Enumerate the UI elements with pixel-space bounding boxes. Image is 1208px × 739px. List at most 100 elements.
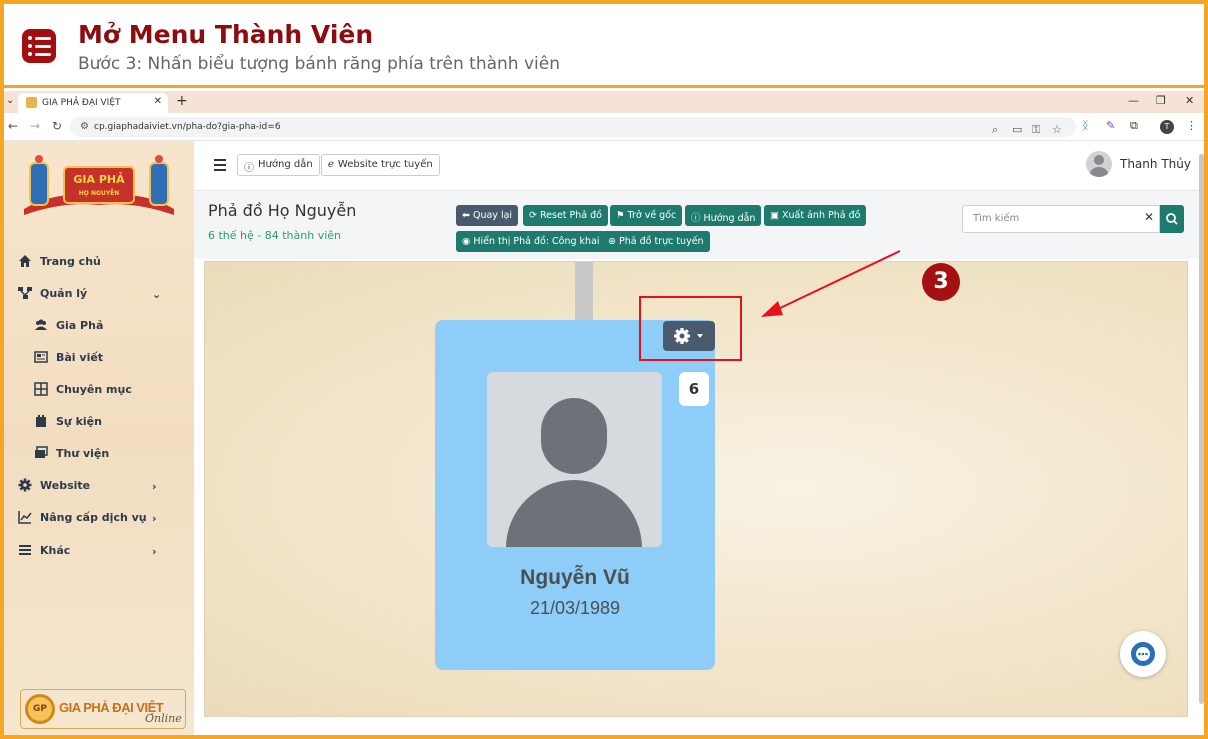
main-content: ⓘ Hướng dẫn ℯ Website trực tuyến Thanh T… <box>194 141 1204 735</box>
back-icon[interactable]: ← <box>8 119 18 133</box>
website-label: Website trực tuyến <box>337 159 433 170</box>
chevron-right-icon[interactable]: › <box>152 545 157 558</box>
reset-button[interactable]: ⟳ Reset Phả đồ <box>523 205 608 226</box>
url-text: cp.giaphadaiviet.vn/pha-do?gia-pha-id=6 <box>94 122 281 132</box>
browser-tab[interactable]: GIA PHẢ ĐẠI VIỆT ✕ <box>18 93 168 113</box>
online-tree-button[interactable]: ⊕ Phả đồ trực tuyến <box>602 231 710 252</box>
export-label: Xuất ảnh Phả đồ <box>782 210 861 221</box>
root-button[interactable]: ⚑ Trở về gốc <box>610 205 683 226</box>
forward-icon[interactable]: → <box>30 119 40 133</box>
member-photo-placeholder <box>487 372 662 547</box>
guide-label: Hướng dẫn <box>258 159 313 170</box>
search-input[interactable]: Tìm kiếm <box>962 205 1160 233</box>
avatar <box>1086 151 1112 177</box>
restore-icon[interactable]: ❐ <box>1156 94 1166 107</box>
tab-list-icon[interactable]: ⌄ <box>6 95 14 106</box>
sidebar-item-label: Quản lý <box>40 286 88 300</box>
calendar-icon <box>36 415 46 427</box>
site-info-icon[interactable]: ⚙ <box>80 121 89 132</box>
sidebar: GIA PHẢ HỌ NGUYỄN Trang chủ Quản lý ⌄ Gi… <box>4 141 194 735</box>
page-scrollbar[interactable] <box>1199 154 1204 704</box>
brand-footer-logo[interactable]: GP GIA PHẢ ĐẠI VIỆT Online <box>20 689 186 729</box>
sidebar-item-label: Sự kiện <box>56 414 102 428</box>
support-chat-button[interactable] <box>1120 631 1166 677</box>
visibility-label: Hiển thị Phả đồ: Công khai <box>473 236 600 247</box>
site-logo[interactable]: GIA PHẢ HỌ NGUYỄN <box>14 151 184 221</box>
tutorial-frame: Mở Menu Thành Viên Bước 3: Nhấn biểu tượ… <box>4 4 1204 735</box>
visibility-button[interactable]: ◉ Hiển thị Phả đồ: Công khai <box>456 231 606 252</box>
brand-online: Online <box>145 712 182 725</box>
url-field[interactable]: ⚙ cp.giaphadaiviet.vn/pha-do?gia-pha-id=… <box>70 117 1076 137</box>
images-icon <box>35 446 48 458</box>
chevron-right-icon[interactable]: › <box>152 512 157 525</box>
users-icon <box>35 319 47 330</box>
newspaper-icon <box>34 351 48 363</box>
profile-avatar[interactable]: T <box>1160 120 1174 134</box>
close-tab-icon[interactable]: ✕ <box>154 96 162 107</box>
reset-label: Reset Phả đồ <box>539 210 602 221</box>
sidebar-item-family-tree[interactable]: Gia Phả <box>34 318 103 332</box>
export-image-button[interactable]: ▣ Xuất ảnh Phả đồ <box>764 205 867 226</box>
sidebar-item-other[interactable]: Khác <box>18 543 70 557</box>
sidebar-item-label: Bài viết <box>56 350 104 364</box>
key-icon[interactable]: ⚿ <box>1032 123 1040 137</box>
zoom-icon[interactable]: ⌕ <box>992 123 998 137</box>
search-button[interactable] <box>1160 205 1184 233</box>
browser-tabbar: ⌄ GIA PHẢ ĐẠI VIỆT ✕ + — ❐ ✕ <box>4 91 1204 113</box>
favicon-icon <box>26 97 37 108</box>
install-icon[interactable]: ▭ <box>1012 123 1022 136</box>
clear-search-icon[interactable]: ✕ <box>1144 210 1154 224</box>
sidebar-item-library[interactable]: Thư viện <box>34 446 109 460</box>
close-window-icon[interactable]: ✕ <box>1185 94 1194 107</box>
guide-button[interactable]: ⓘ Hướng dẫn <box>237 154 320 176</box>
bars-icon <box>19 545 31 555</box>
back-button[interactable]: ⬅ Quay lại <box>456 205 519 226</box>
chevron-down-icon[interactable]: ⌄ <box>152 288 161 301</box>
sidebar-item-categories[interactable]: Chuyên mục <box>34 382 132 396</box>
star-icon[interactable]: ☆ <box>1052 123 1062 136</box>
help-button[interactable]: ⓘ Hướng dẫn <box>685 205 762 226</box>
page-meta: 6 thế hệ - 84 thành viên <box>208 229 342 242</box>
member-name: Nguyễn Vũ <box>520 566 630 589</box>
sidebar-item-website[interactable]: Website <box>18 478 90 492</box>
sidebar-item-home[interactable]: Trang chủ <box>18 254 101 268</box>
new-tab-icon[interactable]: + <box>176 93 188 109</box>
sidebar-item-label: Thư viện <box>56 446 110 460</box>
online-tree-label: Phả đồ trực tuyến <box>618 236 704 247</box>
topbar: ⓘ Hướng dẫn ℯ Website trực tuyến Thanh T… <box>194 141 1204 191</box>
extensions-icon[interactable]: ⧉ <box>1130 119 1138 133</box>
sidebar-item-posts[interactable]: Bài viết <box>34 350 103 364</box>
ie-icon: ℯ <box>328 159 334 170</box>
tutorial-title: Mở Menu Thành Viên <box>78 20 374 49</box>
tree-connector <box>575 262 593 320</box>
sidebar-item-events[interactable]: Sự kiện <box>34 414 102 428</box>
extension-a-icon[interactable]: ᛝ <box>1082 119 1089 132</box>
sidebar-item-label: Gia Phả <box>56 318 104 332</box>
minimize-icon[interactable]: — <box>1128 94 1139 107</box>
headset-icon <box>1131 642 1155 666</box>
back-label: Quay lại <box>472 210 513 221</box>
more-menu-icon[interactable]: ⋮ <box>1186 119 1197 132</box>
sitemap-icon <box>18 287 32 299</box>
member-card[interactable]: 6 Nguyễn Vũ 21/03/1989 <box>435 320 715 670</box>
tutorial-subtitle: Bước 3: Nhấn biểu tượng bánh răng phía t… <box>78 54 560 74</box>
website-button[interactable]: ℯ Website trực tuyến <box>321 154 440 176</box>
tab-title: GIA PHẢ ĐẠI VIỆT <box>42 98 121 108</box>
logo-text-bottom: HỌ NGUYỄN <box>79 189 120 197</box>
user-name: Thanh Thủy <box>1120 157 1191 171</box>
chart-icon <box>18 511 32 524</box>
sidebar-item-manage[interactable]: Quản lý <box>18 286 87 300</box>
list-icon <box>22 29 56 63</box>
search-icon <box>1166 213 1178 225</box>
browser-addressbar: ← → ↻ ⚙ cp.giaphadaiviet.vn/pha-do?gia-p… <box>4 113 1204 141</box>
user-menu[interactable]: Thanh Thủy <box>1086 151 1191 177</box>
logo-text-top: GIA PHẢ <box>73 172 125 186</box>
extension-b-icon[interactable]: ✎ <box>1106 119 1115 132</box>
reload-icon[interactable]: ↻ <box>52 119 62 133</box>
menu-toggle-icon[interactable] <box>214 159 226 174</box>
sidebar-item-label: Trang chủ <box>40 254 101 268</box>
sidebar-item-label: Website <box>40 478 91 492</box>
chevron-right-icon[interactable]: › <box>152 480 157 493</box>
page-title: Phả đồ Họ Nguyễn <box>208 201 357 220</box>
sidebar-item-upgrade[interactable]: Nâng cấp dịch vụ <box>18 510 147 524</box>
